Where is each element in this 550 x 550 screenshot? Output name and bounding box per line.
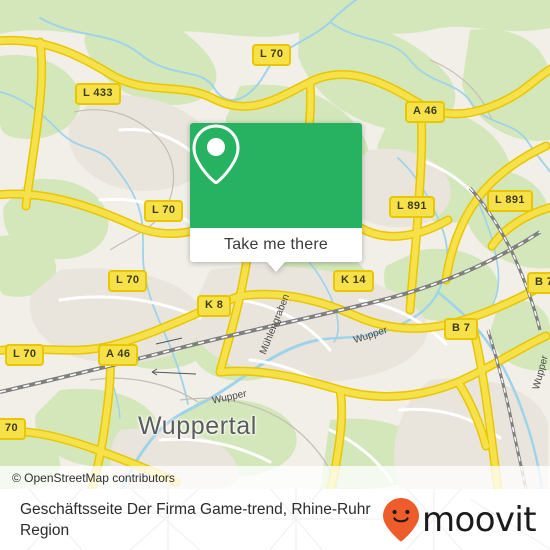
road-shield-a46-b[interactable]: A 46 xyxy=(98,344,139,366)
popup-header xyxy=(190,123,362,228)
city-label-wuppertal: Wuppertal xyxy=(138,412,257,440)
road-shield-l891-b[interactable]: L 891 xyxy=(487,190,533,212)
road-shield-k8[interactable]: K 8 xyxy=(197,295,232,317)
road-shield-a46-a[interactable]: A 46 xyxy=(405,101,446,123)
popup-footer[interactable]: Take me there xyxy=(190,228,362,272)
road-shield-k14[interactable]: K 14 xyxy=(333,270,374,292)
road-shield-b7-b[interactable]: B 7 xyxy=(444,318,479,340)
osm-attribution-bar: © OpenStreetMap contributors xyxy=(0,466,550,489)
map-pin-icon xyxy=(192,124,240,185)
moovit-brand-logo[interactable]: moovit xyxy=(382,497,537,543)
road-shield-l433[interactable]: L 433 xyxy=(75,83,121,105)
popup-pointer-tail xyxy=(267,262,285,272)
road-shield-l891-a[interactable]: L 891 xyxy=(389,196,435,218)
footer-bar: Geschäftsseite Der Firma Game-trend, Rhi… xyxy=(0,489,550,550)
take-me-there-label: Take me there xyxy=(224,236,328,253)
map-canvas[interactable]: Wuppertal Wupper Mühlengraben Wupper Wup… xyxy=(0,0,550,489)
destination-popup-card[interactable]: Take me there xyxy=(190,123,362,272)
footer-content: Geschäftsseite Der Firma Game-trend, Rhi… xyxy=(0,489,550,550)
road-shield-l70-a[interactable]: L 70 xyxy=(252,44,292,66)
road-shield-l70-c[interactable]: L 70 xyxy=(108,270,148,292)
moovit-smiley-pin-icon xyxy=(382,497,419,541)
road-shield-b7-a[interactable]: B 7 xyxy=(527,272,550,294)
moovit-wordmark: moovit xyxy=(421,499,537,540)
osm-attribution-text[interactable]: © OpenStreetMap contributors xyxy=(0,471,175,485)
page-title: Geschäftsseite Der Firma Game-trend, Rhi… xyxy=(20,500,371,539)
road-shield-l70-b[interactable]: L 70 xyxy=(144,200,184,222)
moovit-map-screenshot: Wuppertal Wupper Mühlengraben Wupper Wup… xyxy=(0,0,550,550)
road-shield-l70-e[interactable]: 70 xyxy=(0,418,27,440)
road-shield-l70-d[interactable]: L 70 xyxy=(5,344,45,366)
